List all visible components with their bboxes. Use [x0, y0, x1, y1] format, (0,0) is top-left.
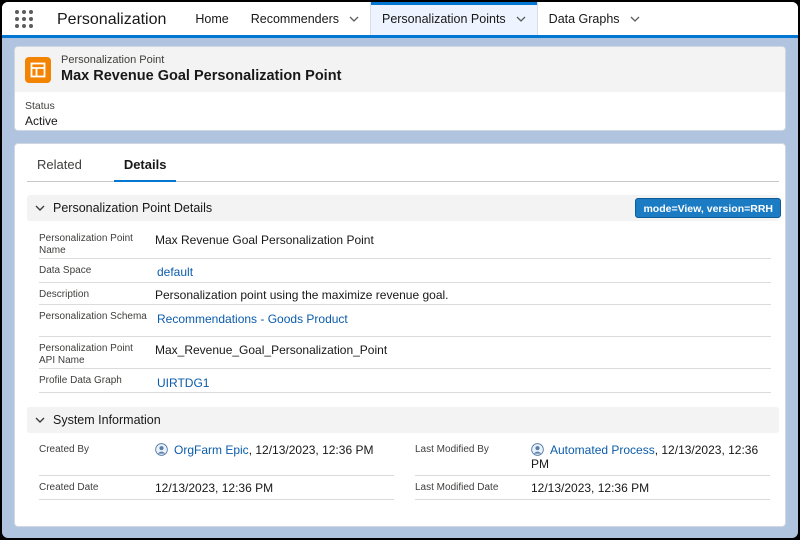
nav-tab-data-graphs[interactable]: Data Graphs	[538, 2, 651, 35]
nav-tab-label: Data Graphs	[548, 11, 620, 26]
chevron-down-icon[interactable]	[35, 415, 45, 425]
section-header-details[interactable]: Personalization Point Details mode=View,…	[27, 195, 781, 221]
field-value: Automated Process, 12/13/2023, 12:36 PM	[531, 443, 771, 471]
field-row: Profile Data Graph UIRTDG1	[39, 369, 771, 393]
nav-tab-label: Home	[195, 11, 229, 26]
tab-details[interactable]: Details	[113, 154, 177, 182]
field-label: Description	[39, 289, 90, 300]
field-label: Created Date	[39, 482, 99, 493]
mode-badge[interactable]: mode=View, version=RRH	[635, 198, 781, 218]
field-label: Personalization Point Name	[39, 233, 133, 256]
nav-tab-label: Personalization Points	[381, 11, 506, 26]
field-label: Personalization Point API Name	[39, 343, 133, 366]
modified-by-date: , 12/13/2023, 12:36	[654, 443, 759, 457]
field-label: Last Modified Date	[415, 482, 499, 493]
app-window: Personalization Home Recommenders Person…	[2, 2, 798, 538]
record-tabs: Related Details	[27, 154, 779, 182]
details-card: Related Details Personalization Point De…	[14, 143, 786, 527]
section-header-system[interactable]: System Information	[27, 407, 779, 433]
modified-by-date-cont: PM	[531, 457, 549, 471]
schema-link[interactable]: Recommendations - Goods Product	[157, 312, 348, 326]
field-label: Profile Data Graph	[39, 375, 122, 386]
chevron-down-icon[interactable]	[516, 14, 526, 24]
app-launcher-button[interactable]	[2, 2, 46, 35]
nav-tab-home[interactable]: Home	[184, 2, 239, 35]
section-title: Personalization Point Details	[53, 201, 213, 215]
field-row-created-date: Created Date 12/13/2023, 12:36 PM	[39, 476, 394, 500]
status-label: Status	[25, 100, 55, 112]
section-title: System Information	[53, 413, 161, 427]
app-name: Personalization	[57, 11, 167, 28]
user-avatar-icon	[531, 443, 544, 456]
field-label: Created By	[39, 444, 90, 455]
field-row: Data Space default	[39, 259, 771, 283]
field-label: Last Modified By	[415, 444, 489, 455]
personalization-point-icon	[25, 56, 51, 83]
created-by-user-link[interactable]: OrgFarm Epic	[174, 443, 249, 457]
top-navigation: Personalization Home Recommenders Person…	[2, 2, 798, 38]
data-graph-link[interactable]: UIRTDG1	[157, 376, 209, 390]
field-row: Personalization Point API Name Max_Reven…	[39, 337, 771, 369]
data-space-link[interactable]: default	[157, 265, 193, 279]
field-label: Personalization Schema	[39, 311, 147, 322]
status-field: Status Active	[15, 92, 785, 129]
nav-tab-label: Recommenders	[250, 11, 339, 26]
created-by-date: , 12/13/2023, 12:36 PM	[248, 443, 374, 457]
waffle-icon	[15, 9, 33, 28]
tab-related[interactable]: Related	[27, 154, 92, 182]
field-row-modified-date: Last Modified Date 12/13/2023, 12:36 PM	[415, 476, 770, 500]
chevron-down-icon[interactable]	[349, 14, 359, 24]
field-row: Description Personalization point using …	[39, 283, 771, 305]
field-row: Personalization Point Name Max Revenue G…	[39, 229, 771, 259]
field-value: 12/13/2023, 12:36 PM	[155, 481, 274, 495]
nav-tab-personalization-points[interactable]: Personalization Points	[369, 2, 538, 35]
record-highlights: Personalization Point Max Revenue Goal P…	[15, 47, 785, 92]
record-header: Personalization Point Max Revenue Goal P…	[14, 46, 786, 131]
chevron-down-icon[interactable]	[630, 14, 640, 24]
field-value: Personalization point using the maximize…	[155, 288, 449, 302]
field-row-modified-by: Last Modified By Automated Process, 12/1…	[415, 438, 770, 476]
field-label: Data Space	[39, 265, 92, 276]
field-row: Personalization Schema Recommendations -…	[39, 305, 771, 337]
field-value: Max_Revenue_Goal_Personalization_Point	[155, 343, 388, 357]
user-avatar-icon	[155, 443, 168, 456]
field-value: Max Revenue Goal Personalization Point	[155, 233, 374, 247]
nav-tab-recommenders[interactable]: Recommenders	[240, 2, 370, 35]
modified-by-user-link[interactable]: Automated Process	[550, 443, 655, 457]
record-title: Max Revenue Goal Personalization Point	[61, 68, 342, 84]
field-value: 12/13/2023, 12:36 PM	[531, 481, 650, 495]
field-value: OrgFarm Epic, 12/13/2023, 12:36 PM	[155, 443, 373, 457]
object-type-label: Personalization Point	[61, 54, 165, 66]
field-row-created-by: Created By OrgFarm Epic, 12/13/2023, 12:…	[39, 438, 394, 476]
status-value: Active	[25, 114, 58, 128]
chevron-down-icon[interactable]	[35, 203, 45, 213]
